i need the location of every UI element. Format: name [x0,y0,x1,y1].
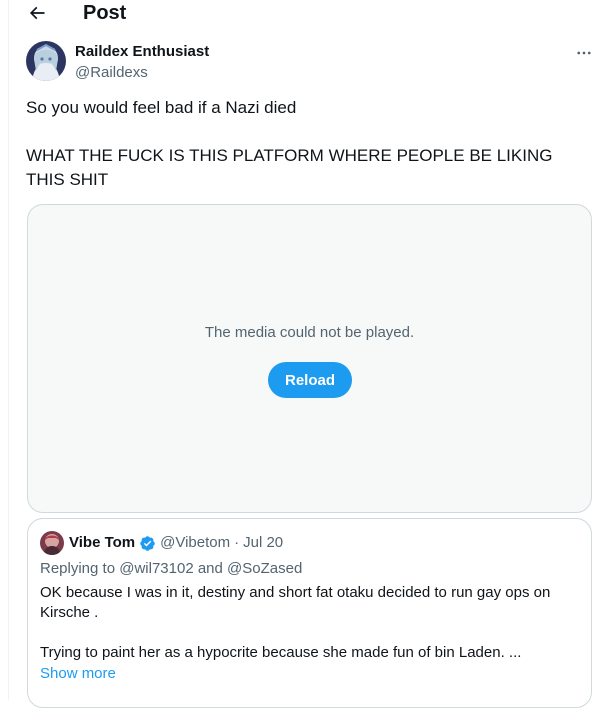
post-author: Raildex Enthusiast @Raildexs [26,41,596,85]
verified-badge-icon [140,535,155,551]
quoted-tweet-header: Vibe Tom @Vibetom · Jul 20 [40,531,284,555]
author-name[interactable]: Raildex Enthusiast [75,42,209,62]
timeline-border [8,0,9,700]
more-horizontal-icon [577,51,591,55]
quoted-author-name: Vibe Tom [69,534,136,551]
show-more-link[interactable]: Show more [40,664,116,684]
tweet-text-line: So you would feel bad if a Nazi died [26,98,297,117]
post-header: Post [0,0,604,30]
replying-prefix: Replying to [40,560,120,577]
tweet-text-line: WHAT THE FUCK IS THIS PLATFORM WHERE PEO… [26,146,553,189]
quoted-tweet[interactable]: Vibe Tom @Vibetom · Jul 20 Replying to @… [27,518,592,708]
quoted-date: Jul 20 [243,534,284,551]
reply-mention-link[interactable]: @wil73102 [119,560,193,577]
reply-mention-link[interactable]: @SoZased [227,560,302,577]
media-error-message: The media could not be played. [204,324,415,341]
meta-separator: · [234,534,240,551]
quoted-paragraph: Trying to paint her as a hypocrite becau… [40,644,522,661]
avatar [40,531,64,555]
replying-to: Replying to @wil73102 and @SoZased [40,559,302,579]
tweet-text: So you would feel bad if a Nazi died WHA… [26,96,586,192]
arrow-left-icon [29,6,45,20]
back-button[interactable] [24,2,50,24]
avatar[interactable] [26,41,66,81]
media-container: The media could not be played. Reload [27,204,592,513]
page-title: Post [83,2,127,24]
reload-button[interactable]: Reload [268,362,352,398]
quoted-paragraph: OK because I was in it, destiny and shor… [40,584,551,621]
author-handle[interactable]: @Raildexs [75,63,148,83]
replying-and: and [193,560,228,577]
quoted-tweet-text: OK because I was in it, destiny and shor… [40,583,580,663]
quoted-author-handle: @Vibetom [160,534,231,551]
more-options-button[interactable] [574,43,594,63]
